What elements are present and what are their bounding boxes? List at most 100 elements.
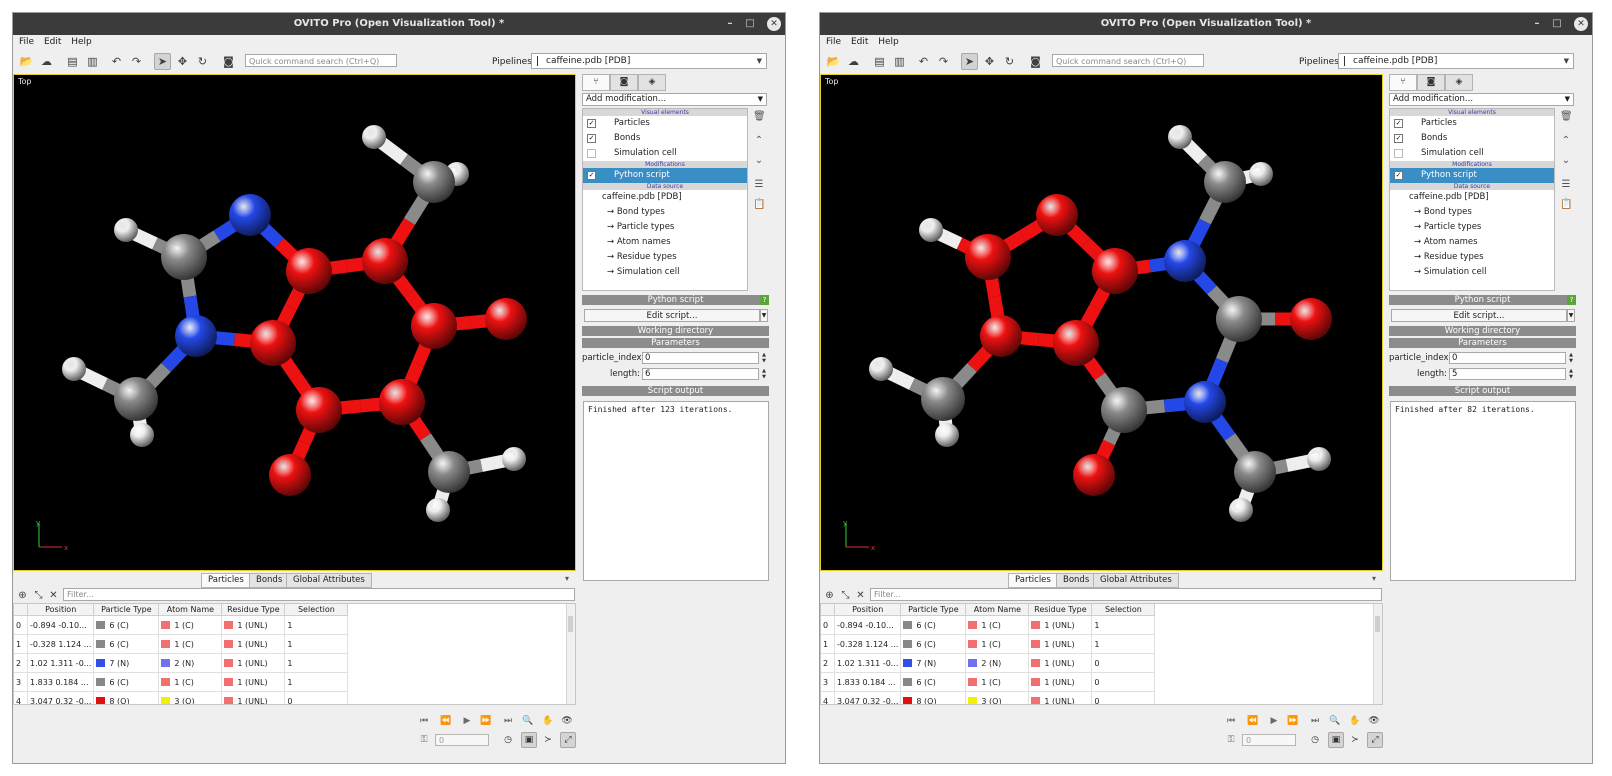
selection-mode-icon[interactable]: ➤ [154, 53, 171, 70]
atom[interactable] [286, 248, 332, 294]
pipeline-modifier-python-script[interactable]: ✓ Python script [583, 168, 747, 183]
atom[interactable] [296, 387, 342, 433]
atom[interactable] [1204, 161, 1246, 203]
delete-icon[interactable]: 🗑 [753, 111, 766, 125]
redo-icon[interactable]: ↷ [936, 54, 951, 69]
edit-script-button[interactable]: Edit script... [584, 309, 760, 322]
selection-mode-icon[interactable]: ➤ [961, 53, 978, 70]
move-up-icon[interactable]: ⌃ [753, 135, 765, 149]
visibility-checkbox[interactable] [1394, 149, 1403, 158]
atom[interactable] [229, 194, 271, 236]
filter-input[interactable]: Filter... [870, 588, 1382, 601]
redo-icon[interactable]: ↷ [129, 54, 144, 69]
table-row[interactable]: 3 1.833 0.184 ... 6 (C) 1 (C) 1 (UNL) 1 [14, 672, 349, 692]
pan-mode-icon[interactable]: ✥ [175, 54, 190, 69]
atom[interactable] [161, 234, 207, 280]
atom[interactable] [362, 125, 386, 149]
delete-icon[interactable]: 🗑 [1560, 111, 1573, 125]
pipeline-visual-element[interactable]: Simulation cell [1390, 146, 1554, 161]
pipeline-tab-icon[interactable]: ⑂ [1389, 74, 1417, 91]
atom[interactable] [1036, 194, 1078, 236]
open-folder-icon[interactable]: 📂 [826, 54, 841, 69]
viewport-top[interactable]: Top y x [13, 74, 576, 571]
zoom-icon[interactable]: 🔍 [1328, 714, 1342, 728]
atom[interactable] [114, 218, 138, 242]
atom[interactable] [130, 423, 154, 447]
move-down-icon[interactable]: ⌄ [1560, 155, 1572, 169]
viewport-top[interactable]: Top y x [820, 74, 1383, 571]
pipelines-selector[interactable]: caffeine.pdb [PDB] ▼ [1338, 53, 1574, 69]
rollout-python-script[interactable]: Python script ? [582, 295, 769, 305]
atom[interactable] [1164, 240, 1206, 282]
col-particle-type[interactable]: Particle Type [93, 604, 160, 616]
col-position[interactable]: Position [834, 604, 902, 616]
cube-view-icon[interactable]: ▣ [1328, 732, 1344, 748]
cloud-download-icon[interactable]: ☁ [39, 54, 54, 69]
jump-end-icon[interactable]: ⏭ [1308, 714, 1322, 728]
spinner-arrows-icon[interactable]: ▲ ▼ [1567, 352, 1575, 364]
add-modification-dropdown[interactable]: Add modification... ▼ [1389, 93, 1574, 106]
cloud-download-icon[interactable]: ☁ [846, 54, 861, 69]
menu-edit[interactable]: Edit [44, 37, 61, 47]
pipeline-data-source[interactable]: caffeine.pdb [PDB] [583, 190, 747, 205]
rollout-parameters[interactable]: Parameters [1389, 338, 1576, 348]
expand-arrows-icon[interactable]: ⤡ [31, 588, 46, 603]
zoom-icon[interactable]: 🔍 [521, 714, 535, 728]
play-icon[interactable]: ▶ [1267, 714, 1281, 728]
col-position[interactable]: Position [27, 604, 95, 616]
visibility-checkbox[interactable] [587, 149, 596, 158]
jump-start-icon[interactable]: ⏮ [417, 714, 431, 728]
col-residue-type[interactable]: Residue Type [221, 604, 286, 616]
table-scrollbar[interactable] [566, 604, 575, 704]
pipeline-visual-element[interactable]: ✓ Bonds [583, 131, 747, 146]
maximize-icon[interactable]: □ [1548, 13, 1566, 35]
pipeline-tab-icon[interactable]: ⑂ [582, 74, 610, 91]
clipboard-icon[interactable]: 📋 [1560, 199, 1572, 213]
tab-particles[interactable]: Particles [201, 573, 251, 588]
crosshair-icon[interactable]: ⊕ [15, 588, 30, 603]
pipeline-source-item[interactable]: → Particle types [1390, 220, 1554, 235]
atom[interactable] [869, 357, 893, 381]
help-icon[interactable]: ? [760, 295, 769, 305]
menu-help[interactable]: Help [878, 37, 899, 47]
save-as-icon[interactable]: ▥ [85, 54, 100, 69]
edit-script-button[interactable]: Edit script... [1391, 309, 1567, 322]
chevron-down-icon[interactable]: ▼ [1567, 309, 1575, 322]
atom[interactable] [1092, 248, 1138, 294]
atom[interactable] [1101, 387, 1147, 433]
render-camera-icon[interactable]: ◙ [221, 54, 236, 69]
fov-icon[interactable]: ≻ [541, 733, 555, 747]
visibility-checkbox[interactable]: ✓ [587, 119, 596, 128]
window-titlebar[interactable]: OVITO Pro (Open Visualization Tool) * – … [820, 13, 1592, 35]
crosshair-icon[interactable]: ⊕ [822, 588, 837, 603]
table-row[interactable]: 3 1.833 0.184 ... 6 (C) 1 (C) 1 (UNL) 0 [821, 672, 1156, 692]
atom[interactable] [362, 238, 408, 284]
render-tab-icon[interactable]: ◙ [610, 74, 638, 91]
atom[interactable] [980, 315, 1022, 357]
atom[interactable] [1229, 498, 1253, 522]
move-down-icon[interactable]: ⌄ [753, 155, 765, 169]
pipeline-visual-element[interactable]: ✓ Particles [583, 116, 747, 131]
frame-spinner[interactable]: 0 [1242, 734, 1296, 746]
orbit-mode-icon[interactable]: ↻ [1002, 54, 1017, 69]
spinner-arrows-icon[interactable]: ▲ ▼ [760, 368, 768, 380]
orbit-mode-icon[interactable]: ↻ [195, 54, 210, 69]
hand-pan-icon[interactable]: ✋ [541, 714, 555, 728]
undo-icon[interactable]: ↶ [916, 54, 931, 69]
visibility-checkbox[interactable]: ✓ [587, 134, 596, 143]
modifier-enable-checkbox[interactable]: ✓ [587, 171, 596, 180]
prev-frame-icon[interactable]: ⏪ [1246, 714, 1260, 728]
table-row[interactable]: 2 1.02 1.311 -0... 7 (N) 2 (N) 1 (UNL) 1 [14, 653, 349, 673]
collapse-inspector-icon[interactable]: ▾ [565, 574, 569, 583]
atom[interactable] [1168, 125, 1192, 149]
key-icon[interactable]: ⚿ [1224, 733, 1238, 747]
table-scrollbar[interactable] [1373, 604, 1382, 704]
visibility-checkbox[interactable]: ✓ [1394, 119, 1403, 128]
spinner-arrows-icon[interactable]: ▲ ▼ [1567, 368, 1575, 380]
clock-icon[interactable]: ◷ [1308, 733, 1322, 747]
table-row[interactable]: 1 -0.328 1.124 ... 6 (C) 1 (C) 1 (UNL) 1 [821, 634, 1156, 654]
pipeline-visual-element[interactable]: Simulation cell [583, 146, 747, 161]
table-row[interactable]: 1 -0.328 1.124 ... 6 (C) 1 (C) 1 (UNL) 1 [14, 634, 349, 654]
pipeline-visual-element[interactable]: ✓ Bonds [1390, 131, 1554, 146]
atom[interactable] [175, 315, 217, 357]
